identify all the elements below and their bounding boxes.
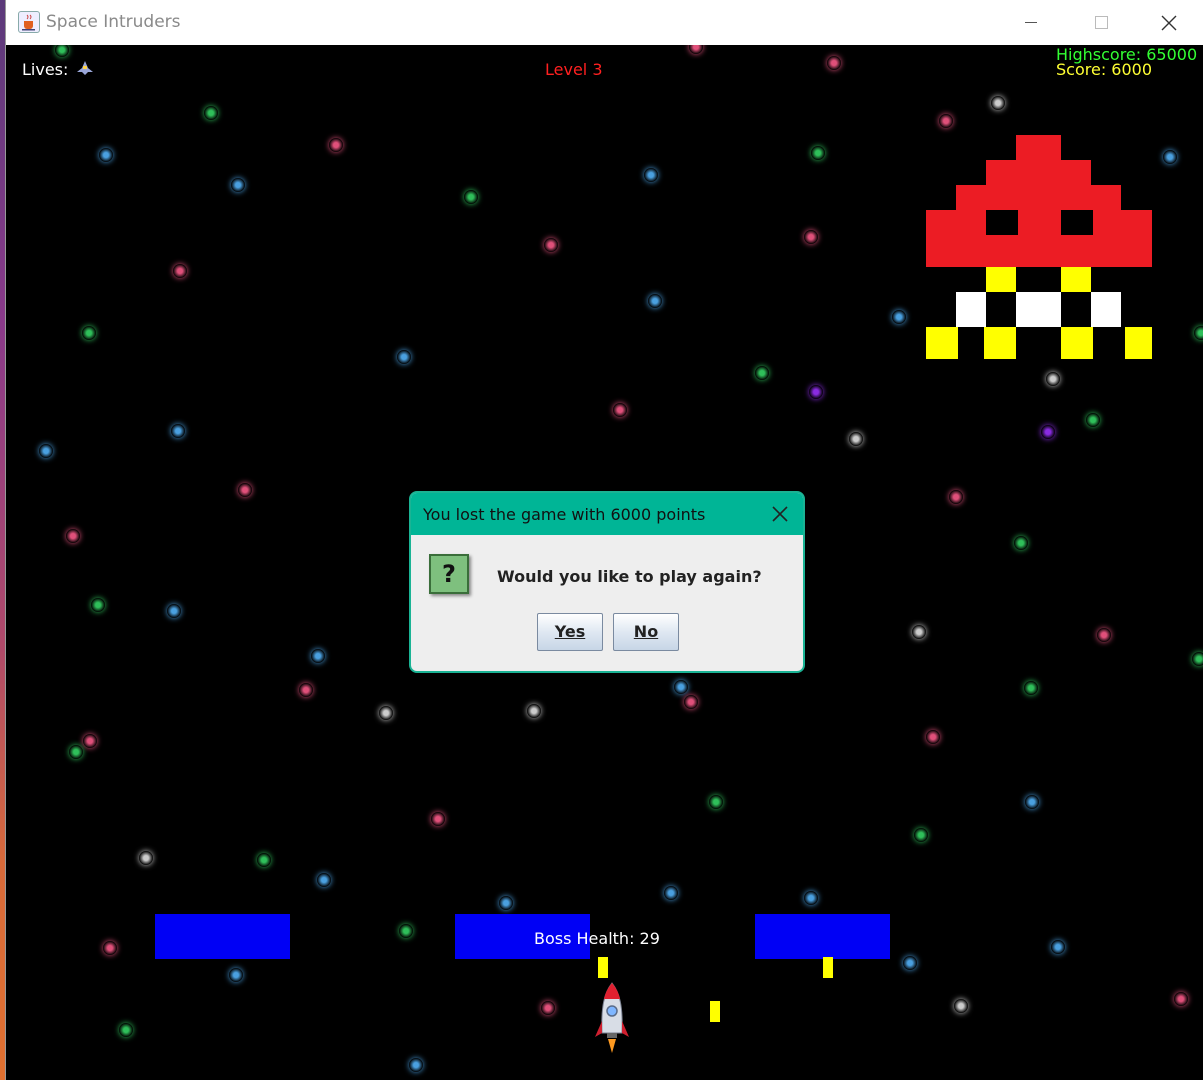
- star: [1163, 150, 1177, 164]
- star: [804, 230, 818, 244]
- star: [912, 625, 926, 639]
- star: [709, 795, 723, 809]
- star: [91, 598, 105, 612]
- star: [39, 444, 53, 458]
- dialog-title-bar[interactable]: You lost the game with 6000 points: [411, 493, 803, 535]
- star: [648, 294, 662, 308]
- star: [809, 385, 823, 399]
- star: [827, 56, 841, 70]
- star: [171, 424, 185, 438]
- star: [55, 45, 69, 57]
- star: [499, 896, 513, 910]
- star: [664, 886, 678, 900]
- star: [238, 483, 252, 497]
- star: [119, 1023, 133, 1037]
- star: [1024, 681, 1038, 695]
- lives-label: Lives:: [22, 60, 69, 79]
- star: [397, 350, 411, 364]
- star: [83, 734, 97, 748]
- star: [66, 529, 80, 543]
- game-window: Space Intruders Lives: Level 3 Highscore…: [5, 0, 1203, 1080]
- star: [914, 828, 928, 842]
- maximize-icon: [1094, 16, 1108, 29]
- minimize-icon: [1025, 22, 1037, 23]
- star: [954, 999, 968, 1013]
- star: [1086, 413, 1100, 427]
- star: [1174, 992, 1188, 1006]
- star: [464, 190, 478, 204]
- star: [926, 730, 940, 744]
- star: [903, 956, 917, 970]
- game-canvas[interactable]: Lives: Level 3 Highscore: 65000 Score: 6…: [6, 45, 1203, 1080]
- star: [69, 745, 83, 759]
- star: [1051, 940, 1065, 954]
- dialog-message: Would you like to play again?: [497, 567, 762, 586]
- star: [139, 851, 153, 865]
- ship-icon: [77, 61, 93, 75]
- dialog-title: You lost the game with 6000 points: [423, 505, 706, 524]
- bullet: [598, 957, 608, 978]
- star: [991, 96, 1005, 110]
- star: [317, 873, 331, 887]
- star: [1192, 652, 1203, 666]
- star: [1025, 795, 1039, 809]
- star: [939, 114, 953, 128]
- star: [689, 45, 703, 54]
- star: [103, 941, 117, 955]
- star: [684, 695, 698, 709]
- star: [544, 238, 558, 252]
- star: [257, 853, 271, 867]
- maximize-button[interactable]: [1066, 0, 1136, 45]
- star: [329, 138, 343, 152]
- star: [82, 326, 96, 340]
- star: [644, 168, 658, 182]
- close-button[interactable]: [1134, 0, 1203, 45]
- game-over-dialog: You lost the game with 6000 points ? Wou…: [409, 491, 805, 673]
- star: [1041, 425, 1055, 439]
- minimize-button[interactable]: [996, 0, 1066, 45]
- bunker-right: [755, 914, 890, 959]
- star: [1046, 372, 1060, 386]
- yes-button[interactable]: Yes: [537, 613, 603, 651]
- star: [849, 432, 863, 446]
- star: [1097, 628, 1111, 642]
- java-cup-icon: [18, 11, 40, 33]
- star: [811, 146, 825, 160]
- star: [892, 310, 906, 324]
- star: [173, 264, 187, 278]
- title-bar[interactable]: Space Intruders: [6, 0, 1203, 45]
- star: [409, 1058, 423, 1072]
- bullet: [710, 1001, 720, 1022]
- star: [99, 148, 113, 162]
- star: [229, 968, 243, 982]
- boss-health-text: Boss Health: 29: [534, 929, 660, 948]
- score-text: Score: 6000: [1056, 60, 1153, 79]
- star: [674, 680, 688, 694]
- star: [379, 706, 393, 720]
- star: [527, 704, 541, 718]
- star: [949, 490, 963, 504]
- star: [755, 366, 769, 380]
- question-icon: ?: [429, 554, 469, 594]
- bunker-left: [155, 914, 290, 959]
- star: [541, 1001, 555, 1015]
- window-title: Space Intruders: [46, 12, 181, 32]
- star: [431, 812, 445, 826]
- star: [613, 403, 627, 417]
- star: [299, 683, 313, 697]
- star: [167, 604, 181, 618]
- close-icon[interactable]: [769, 503, 791, 525]
- star: [1194, 326, 1203, 340]
- star: [804, 891, 818, 905]
- rocket-icon: [595, 982, 629, 1053]
- star: [1014, 536, 1028, 550]
- level-indicator: Level 3: [545, 60, 603, 79]
- star: [231, 178, 245, 192]
- close-icon: [1161, 15, 1177, 30]
- star: [204, 106, 218, 120]
- star: [399, 924, 413, 938]
- bullet: [823, 957, 833, 978]
- star: [311, 649, 325, 663]
- no-button[interactable]: No: [613, 613, 679, 651]
